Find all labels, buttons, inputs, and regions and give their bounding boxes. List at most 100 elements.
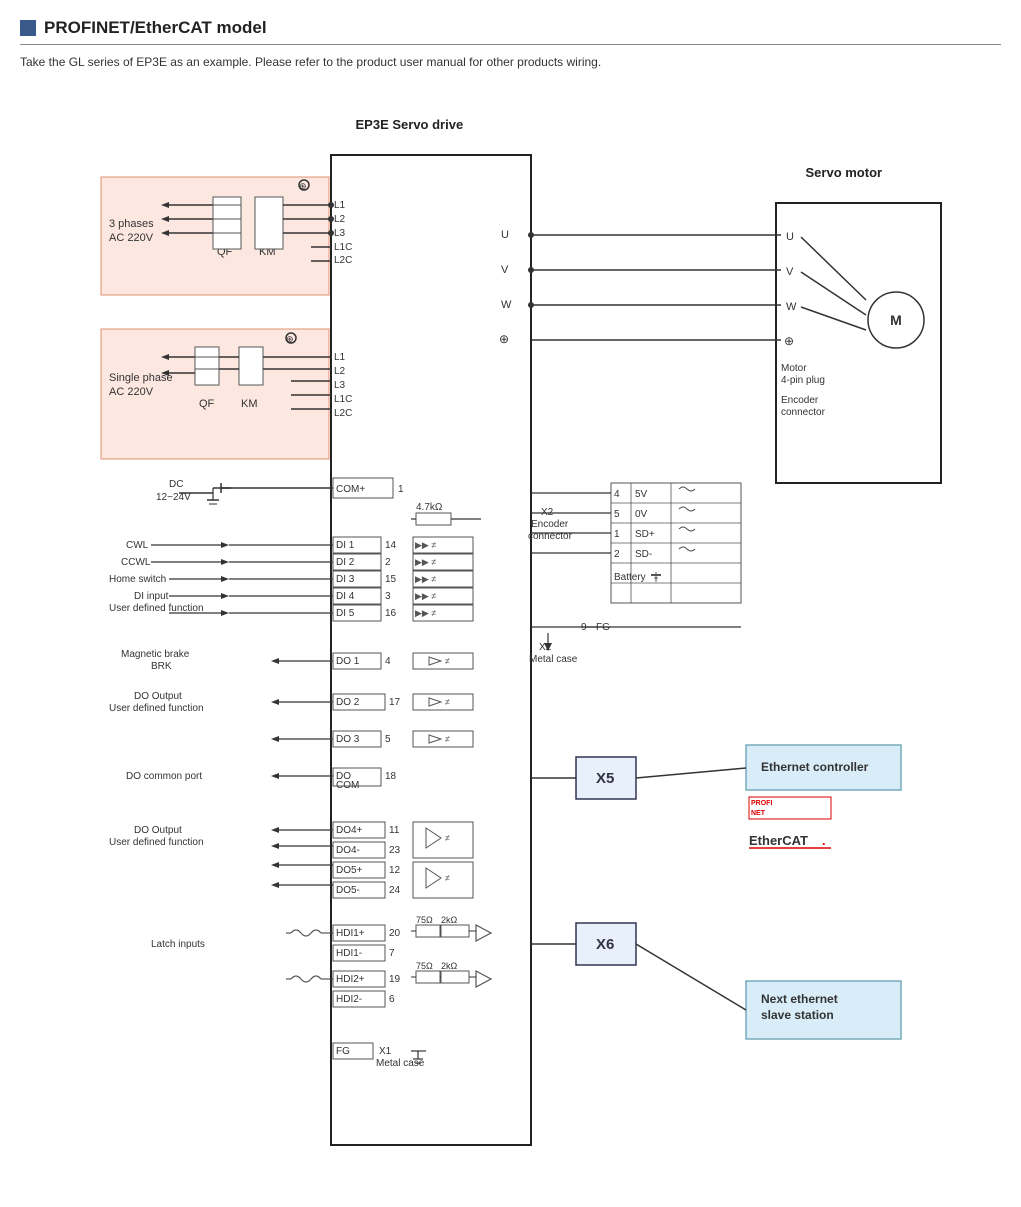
svg-text:AC 220V: AC 220V bbox=[109, 232, 154, 244]
svg-text:COM: COM bbox=[336, 780, 359, 791]
svg-text:slave station: slave station bbox=[761, 1008, 834, 1022]
svg-text:11: 11 bbox=[389, 825, 400, 836]
svg-text:7: 7 bbox=[389, 948, 395, 959]
svg-text:16: 16 bbox=[385, 608, 397, 619]
svg-text:15: 15 bbox=[385, 574, 397, 585]
svg-text:⊕: ⊕ bbox=[299, 181, 307, 191]
svg-text:V: V bbox=[786, 266, 794, 278]
svg-text:DO5+: DO5+ bbox=[336, 865, 363, 876]
svg-text:connector: connector bbox=[781, 407, 826, 418]
svg-text:DO Output: DO Output bbox=[134, 825, 182, 836]
svg-text:12~24V: 12~24V bbox=[156, 492, 191, 503]
svg-text:Encoder: Encoder bbox=[781, 395, 819, 406]
svg-text:W: W bbox=[786, 301, 797, 313]
svg-text:5: 5 bbox=[614, 509, 620, 520]
svg-text:9: 9 bbox=[581, 622, 587, 633]
svg-text:Metal case: Metal case bbox=[376, 1058, 425, 1069]
svg-text:17: 17 bbox=[389, 697, 401, 708]
svg-text:DI 5: DI 5 bbox=[336, 608, 355, 619]
svg-text:2kΩ: 2kΩ bbox=[441, 961, 458, 971]
subtitle: Take the GL series of EP3E as an example… bbox=[20, 55, 1001, 69]
svg-text:DI input: DI input bbox=[134, 591, 169, 602]
page-title: PROFINET/EtherCAT model bbox=[44, 18, 267, 38]
svg-text:DO 3: DO 3 bbox=[336, 734, 360, 745]
svg-text:X2: X2 bbox=[539, 642, 552, 653]
svg-text:75Ω: 75Ω bbox=[416, 961, 433, 971]
svg-text:DO 1: DO 1 bbox=[336, 656, 360, 667]
svg-text:User defined function: User defined function bbox=[109, 703, 204, 714]
svg-text:L2: L2 bbox=[334, 214, 346, 225]
svg-text:⊕: ⊕ bbox=[499, 332, 509, 346]
svg-text:1: 1 bbox=[614, 529, 620, 540]
svg-text:4: 4 bbox=[385, 656, 391, 667]
svg-text:2: 2 bbox=[614, 549, 620, 560]
svg-text:L2C: L2C bbox=[334, 255, 352, 266]
svg-text:Motor: Motor bbox=[781, 363, 807, 374]
svg-text:Next ethernet: Next ethernet bbox=[761, 992, 838, 1006]
servo-motor-label: Servo motor bbox=[806, 165, 883, 180]
svg-text:HDI2+: HDI2+ bbox=[336, 974, 365, 985]
svg-text:NET: NET bbox=[751, 810, 766, 817]
svg-text:≠: ≠ bbox=[445, 734, 450, 744]
svg-text:19: 19 bbox=[389, 974, 401, 985]
svg-text:User defined function: User defined function bbox=[109, 837, 204, 848]
svg-text:0V: 0V bbox=[635, 509, 648, 520]
svg-text:Home switch: Home switch bbox=[109, 574, 166, 585]
svg-text:24: 24 bbox=[389, 885, 401, 896]
svg-text:▶▶ ≠: ▶▶ ≠ bbox=[415, 608, 436, 618]
svg-text:6: 6 bbox=[389, 994, 395, 1005]
title-bar: PROFINET/EtherCAT model bbox=[20, 18, 1001, 45]
svg-text:KM: KM bbox=[241, 398, 258, 410]
title-icon bbox=[20, 20, 36, 36]
diagram-svg: M U V W ⊕ Motor 4-pin plug Encoder conne… bbox=[21, 85, 1001, 1175]
svg-text:DO common port: DO common port bbox=[126, 771, 202, 782]
svg-text:CCWL: CCWL bbox=[121, 557, 151, 568]
svg-text:DO 2: DO 2 bbox=[336, 697, 360, 708]
svg-text:L1C: L1C bbox=[334, 394, 352, 405]
svg-text:DI 2: DI 2 bbox=[336, 557, 355, 568]
svg-text:Encoder: Encoder bbox=[531, 519, 569, 530]
svg-text:DO: DO bbox=[336, 771, 351, 782]
svg-text:≠: ≠ bbox=[445, 656, 450, 666]
svg-text:DI 4: DI 4 bbox=[336, 591, 355, 602]
svg-text:M: M bbox=[890, 312, 902, 328]
svg-text:DO5-: DO5- bbox=[336, 885, 360, 896]
svg-text:U: U bbox=[501, 229, 509, 241]
svg-text:DO4-: DO4- bbox=[336, 845, 360, 856]
svg-text:75Ω: 75Ω bbox=[416, 915, 433, 925]
svg-text:L1: L1 bbox=[334, 200, 346, 211]
svg-text:X6: X6 bbox=[596, 936, 614, 953]
svg-text:1: 1 bbox=[398, 484, 404, 495]
svg-text:23: 23 bbox=[389, 845, 401, 856]
svg-text:≠: ≠ bbox=[445, 833, 450, 843]
svg-text:User defined function: User defined function bbox=[109, 603, 204, 614]
svg-text:DO Output: DO Output bbox=[134, 691, 182, 702]
svg-text:4.7kΩ: 4.7kΩ bbox=[416, 502, 443, 513]
svg-text:HDI2-: HDI2- bbox=[336, 994, 362, 1005]
svg-text:⊕: ⊕ bbox=[784, 334, 794, 348]
svg-text:5V: 5V bbox=[635, 489, 648, 500]
svg-text:4-pin plug: 4-pin plug bbox=[781, 375, 825, 386]
svg-text:QF: QF bbox=[217, 246, 233, 258]
svg-text:Ethernet controller: Ethernet controller bbox=[761, 760, 869, 774]
svg-text:DI 1: DI 1 bbox=[336, 540, 355, 551]
svg-text:L3: L3 bbox=[334, 228, 346, 239]
svg-text:BRK: BRK bbox=[151, 661, 172, 672]
svg-text:L2C: L2C bbox=[334, 408, 352, 419]
svg-text:DC: DC bbox=[169, 479, 183, 490]
svg-text:Latch inputs: Latch inputs bbox=[151, 939, 205, 950]
svg-text:Metal case: Metal case bbox=[529, 654, 578, 665]
svg-text:SD+: SD+ bbox=[635, 529, 655, 540]
svg-text:L1C: L1C bbox=[334, 242, 352, 253]
svg-text:2: 2 bbox=[385, 557, 391, 568]
svg-text:EtherCAT: EtherCAT bbox=[749, 833, 808, 848]
drive-label: EP3E Servo drive bbox=[356, 117, 464, 132]
svg-text:V: V bbox=[501, 264, 509, 276]
svg-text:FG: FG bbox=[596, 622, 610, 633]
svg-text:FG: FG bbox=[336, 1046, 350, 1057]
svg-text:.: . bbox=[822, 833, 826, 848]
svg-text:L2: L2 bbox=[334, 366, 346, 377]
svg-text:X2: X2 bbox=[541, 507, 554, 518]
svg-text:Magnetic brake: Magnetic brake bbox=[121, 649, 190, 660]
svg-text:DI 3: DI 3 bbox=[336, 574, 355, 585]
